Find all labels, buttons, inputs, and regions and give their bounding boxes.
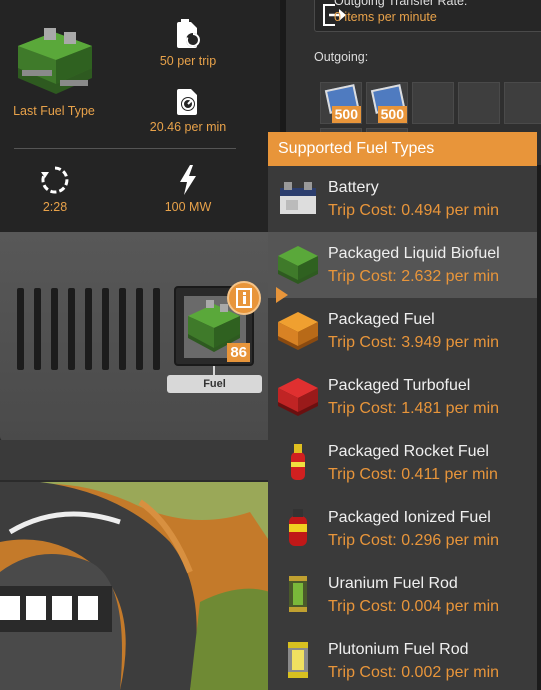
per-min-value: 20.46 per min — [149, 120, 227, 134]
fuel-name: Plutonium Fuel Rod — [328, 641, 469, 658]
last-fuel-type-icon — [14, 22, 96, 100]
fuel-trip-cost: Trip Cost: 2.632 per min — [328, 268, 500, 285]
fuel-name: Packaged Ionized Fuel — [328, 509, 491, 526]
lightning-icon — [180, 165, 196, 195]
vent-slat — [34, 288, 41, 370]
fuel-trip-cost: Trip Cost: 3.949 per min — [328, 334, 500, 351]
display-bar — [52, 596, 72, 620]
round-trip-icon — [41, 166, 69, 194]
fuel-item-plutonium-fuel-rod[interactable]: Plutonium Fuel Rod Trip Cost: 0.002 per … — [268, 628, 537, 690]
fuel-trip-cost: Trip Cost: 1.481 per min — [328, 400, 500, 417]
fuel-name: Packaged Fuel — [328, 311, 435, 328]
outgoing-slot[interactable] — [412, 82, 454, 124]
outgoing-label: Outgoing: — [314, 50, 369, 64]
fuel-item-battery[interactable]: Battery Trip Cost: 0.494 per min — [268, 166, 537, 232]
fuel-slot-label: Fuel — [167, 375, 262, 393]
menu-title: Supported Fuel Types — [268, 132, 537, 166]
transfer-rate-title: Outgoing Transfer Rate: — [334, 0, 468, 8]
red-canister-icon — [278, 378, 318, 416]
fuel-gauge-icon — [177, 89, 197, 115]
yellow-rod-icon — [288, 642, 308, 678]
orange-canister-icon — [278, 312, 318, 350]
power-value: 100 MW — [164, 200, 212, 214]
fuel-item-packaged-turbofuel[interactable]: Packaged Turbofuel Trip Cost: 1.481 per … — [268, 364, 537, 430]
stats-panel: Last Fuel Type 50 per trip 20.46 per min — [0, 0, 280, 232]
fuel-info-button[interactable] — [227, 281, 261, 315]
vent-slat — [85, 288, 92, 370]
fuel-name: Battery — [328, 179, 379, 196]
info-icon — [236, 288, 252, 308]
vent-slat — [153, 288, 160, 370]
vehicle-station-ui: Last Fuel Type 50 per trip 20.46 per min — [0, 0, 541, 690]
fuel-trip-cost: Trip Cost: 0.494 per min — [328, 202, 500, 219]
fuel-trip-cost: Trip Cost: 0.002 per min — [328, 664, 500, 681]
menu-pointer-arrow — [276, 287, 288, 303]
generator-panel-base — [0, 440, 290, 480]
slot-count: 500 — [331, 106, 361, 123]
vent-slat — [136, 288, 143, 370]
battery-icon — [280, 182, 316, 214]
vent-slat — [68, 288, 75, 370]
per-trip-value: 50 per trip — [159, 54, 217, 68]
fuel-name: Packaged Rocket Fuel — [328, 443, 489, 460]
outgoing-slot[interactable] — [504, 82, 541, 124]
round-trip-value: 2:28 — [42, 200, 68, 214]
outgoing-slot[interactable]: 500 — [366, 82, 408, 124]
per-min-stat: 20.46 per min — [138, 86, 238, 134]
red-yellow-bottle-icon — [289, 509, 307, 546]
last-fuel-type-label: Last Fuel Type — [13, 104, 95, 118]
fuel-item-uranium-fuel-rod[interactable]: Uranium Fuel Rod Trip Cost: 0.004 per mi… — [268, 562, 537, 628]
per-trip-stat: 50 per trip — [138, 18, 238, 68]
fuel-name: Uranium Fuel Rod — [328, 575, 458, 592]
display-bar — [0, 596, 20, 620]
fuel-trip-cost: Trip Cost: 0.411 per min — [328, 466, 498, 483]
outgoing-slot[interactable] — [458, 82, 500, 124]
stats-divider — [14, 148, 236, 149]
vent-slat — [17, 288, 24, 370]
vent-slat — [51, 288, 58, 370]
slot-count: 500 — [377, 106, 407, 123]
fuel-item-packaged-ionized-fuel[interactable]: Packaged Ionized Fuel Trip Cost: 0.296 p… — [268, 496, 537, 562]
supported-fuel-types-menu: Supported Fuel Types Battery Trip Cost: … — [268, 132, 537, 690]
display-bar — [26, 596, 46, 620]
fuel-count-badge: 86 — [227, 343, 250, 362]
fuel-trip-cost: Trip Cost: 0.296 per min — [328, 532, 500, 549]
green-canister-icon — [278, 246, 318, 284]
transfer-rate-value: 0 items per minute — [334, 10, 437, 24]
fuel-item-packaged-rocket-fuel[interactable]: Packaged Rocket Fuel Trip Cost: 0.411 pe… — [268, 430, 537, 496]
display-bar — [78, 596, 98, 620]
red-bottle-icon — [291, 444, 305, 480]
power-stat: 100 MW — [138, 164, 238, 214]
vent-slat — [102, 288, 109, 370]
fuel-item-packaged-fuel[interactable]: Packaged Fuel Trip Cost: 3.949 per min — [268, 298, 537, 364]
round-trip-stat: 2:28 — [5, 164, 105, 214]
green-rod-icon — [289, 576, 307, 612]
fuel-can-icon — [177, 19, 200, 48]
outgoing-slot[interactable]: 500 — [320, 82, 362, 124]
fuel-item-packaged-liquid-biofuel[interactable]: Packaged Liquid Biofuel Trip Cost: 2.632… — [268, 232, 537, 298]
fuel-trip-cost: Trip Cost: 0.004 per min — [328, 598, 500, 615]
fuel-name: Packaged Liquid Biofuel — [328, 245, 500, 262]
vent-slat — [119, 288, 126, 370]
fuel-name: Packaged Turbofuel — [328, 377, 471, 394]
